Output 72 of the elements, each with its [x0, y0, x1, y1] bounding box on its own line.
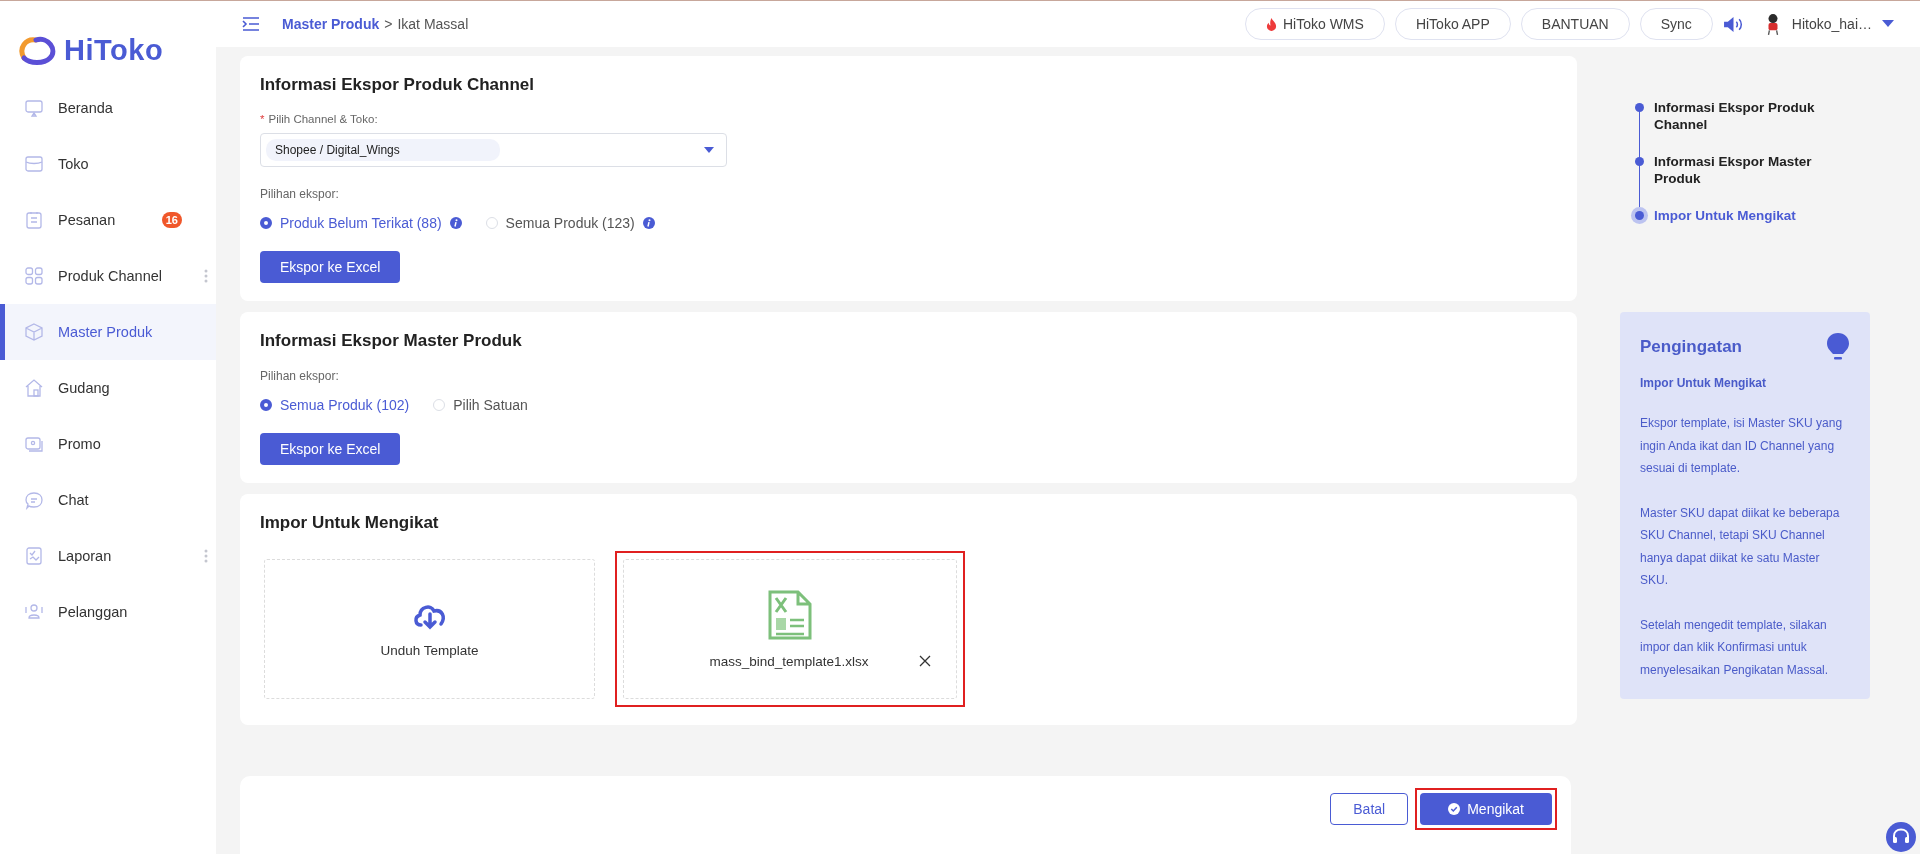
- radio-button[interactable]: [260, 217, 272, 229]
- sidebar-item[interactable]: Gudang: [0, 360, 216, 416]
- file-name: mass_bind_template1.xlsx: [709, 653, 869, 669]
- sidebar-item[interactable]: Laporan: [0, 528, 216, 584]
- reminder-text: Setelah mengedit template, silakan impor dan klik Konfirmasi untuk menyelesaikan Pengikatan Massal.: [1640, 616, 1830, 679]
- required-mark: *: [260, 113, 265, 125]
- info-icon[interactable]: [449, 217, 462, 229]
- selected-tag: Shopee / Digital_Wings: [266, 139, 500, 161]
- step-link[interactable]: Informasi Ekspor Master Produk: [1635, 153, 1835, 187]
- house-icon: [24, 378, 44, 398]
- report-icon: [24, 546, 44, 566]
- download-tile[interactable]: Unduh Template: [264, 559, 595, 699]
- sidebar-item[interactable]: Toko: [0, 136, 216, 192]
- sidebar-item[interactable]: Beranda: [0, 80, 216, 136]
- radio-label[interactable]: Semua Produk (123): [505, 215, 635, 231]
- radio-label[interactable]: Pilih Satuan: [453, 397, 528, 413]
- box-icon: [24, 322, 44, 342]
- header-button[interactable]: Sync: [1639, 8, 1713, 40]
- count-badge: 16: [161, 212, 182, 228]
- header-button[interactable]: HiToko WMS: [1244, 8, 1385, 40]
- sidebar-item[interactable]: Pesanan 16: [0, 192, 216, 248]
- export-button[interactable]: Ekspor ke Excel: [260, 251, 401, 283]
- section-title: Informasi Ekspor Produk Channel: [260, 75, 535, 95]
- speaker-icon[interactable]: [1722, 15, 1744, 33]
- ticket-icon: [24, 434, 44, 454]
- step-link[interactable]: Informasi Ekspor Produk Channel: [1635, 99, 1835, 133]
- logo-icon: [18, 34, 58, 66]
- field-label: Pilihan ekspor:: [260, 187, 340, 201]
- close-icon[interactable]: [918, 655, 931, 667]
- user-menu[interactable]: Hitoko_hai…: [1753, 13, 1898, 35]
- breadcrumb-current: Ikat Massal: [397, 16, 469, 32]
- sidebar-item[interactable]: Promo: [0, 416, 216, 472]
- caret-icon: [704, 147, 714, 153]
- radio-label[interactable]: Semua Produk (102): [280, 397, 410, 413]
- people-icon: [24, 602, 44, 622]
- reminder-text: Master SKU dapat diikat ke beberapa SKU Channel, tetapi SKU Channel hanya dapat diikat ke satu Master SKU.: [1640, 504, 1841, 589]
- radio-label[interactable]: Produk Belum Terikat (88): [280, 215, 442, 231]
- caret-icon: [1882, 20, 1894, 28]
- headset-icon[interactable]: [1886, 822, 1916, 852]
- reminder-title: Pengingatan: [1640, 337, 1742, 357]
- reminder-text: Ekspor template, isi Master SKU yang ingin Anda ikat dan ID Channel yang sesuai di template.: [1640, 415, 1844, 477]
- flame-icon: [1265, 17, 1277, 31]
- clipboard-icon: [24, 210, 44, 230]
- breadcrumb-separator: >: [384, 16, 393, 32]
- field-label: Pilih Channel & Toko:: [268, 113, 378, 125]
- header-button[interactable]: HiToko APP: [1394, 8, 1511, 40]
- radio-button[interactable]: [260, 399, 272, 411]
- spreadsheet-file-icon: [768, 589, 812, 640]
- check-circle-icon: [1448, 803, 1461, 815]
- brand-name: HiToko: [64, 33, 164, 67]
- breadcrumb-link[interactable]: Master Produk: [282, 16, 380, 32]
- lightbulb-icon: [1826, 332, 1850, 362]
- sidebar-item[interactable]: Chat: [0, 472, 216, 528]
- cancel-button[interactable]: Batal: [1330, 793, 1409, 825]
- sidebar-item[interactable]: Pelanggan: [0, 584, 216, 640]
- chat-bubble-icon: [24, 490, 44, 510]
- header-button[interactable]: BANTUAN: [1520, 8, 1630, 40]
- channel-select[interactable]: Shopee / Digital_Wings: [260, 133, 727, 167]
- grid-icon: [24, 266, 44, 286]
- export-button[interactable]: Ekspor ke Excel: [260, 433, 401, 465]
- field-label: Pilihan ekspor:: [260, 369, 340, 383]
- menu-icon[interactable]: [242, 17, 260, 31]
- sidebar-item[interactable]: Master Produk: [0, 304, 216, 360]
- section-title: Informasi Ekspor Master Produk: [260, 331, 523, 351]
- sidebar-item[interactable]: Produk Channel: [0, 248, 216, 304]
- info-icon[interactable]: [642, 217, 655, 229]
- step-link[interactable]: Impor Untuk Mengikat: [1635, 207, 1835, 224]
- store-icon: [24, 154, 44, 174]
- section-title: Impor Untuk Mengikat: [260, 513, 440, 533]
- reminder-subtitle: Impor Untuk Mengikat: [1640, 376, 1767, 390]
- monitor-icon: [24, 98, 44, 118]
- confirm-button[interactable]: Mengikat: [1420, 793, 1552, 825]
